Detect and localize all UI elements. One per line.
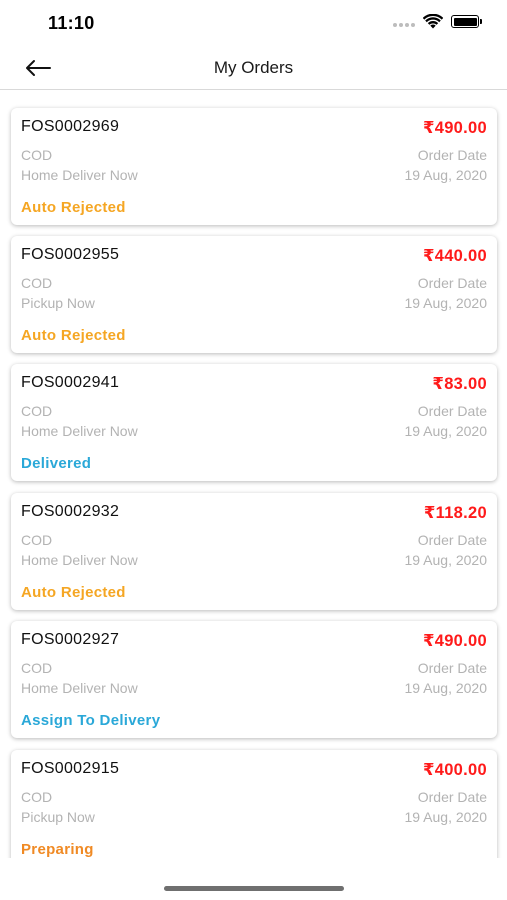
order-card[interactable]: FOS0002941 ₹83.00 COD Order Date Home De…	[11, 364, 497, 481]
order-delivery-type: Pickup Now	[21, 809, 95, 825]
order-amount: ₹440.00	[422, 247, 487, 265]
orders-list[interactable]: FOS0002969 ₹490.00 COD Order Date Home D…	[0, 92, 507, 858]
order-card[interactable]: FOS0002915 ₹400.00 COD Order Date Pickup…	[11, 750, 497, 858]
order-card[interactable]: FOS0002955 ₹440.00 COD Order Date Pickup…	[11, 236, 497, 353]
order-id: FOS0002915	[21, 760, 120, 777]
order-date: 19 Aug, 2020	[404, 295, 487, 311]
status-bar: 11:10	[0, 0, 507, 46]
battery-icon	[451, 15, 482, 28]
order-delivery-type: Pickup Now	[21, 295, 95, 311]
order-id: FOS0002955	[21, 246, 120, 263]
order-date-label: Order Date	[417, 147, 487, 163]
order-status: Auto Rejected	[21, 327, 126, 344]
order-amount: ₹118.20	[423, 504, 487, 522]
order-date: 19 Aug, 2020	[404, 680, 487, 696]
wifi-icon	[423, 14, 443, 29]
order-date: 19 Aug, 2020	[404, 552, 487, 568]
order-status: Delivered	[21, 455, 92, 472]
order-status: Auto Rejected	[21, 199, 126, 216]
nav-bar: My Orders	[0, 46, 507, 90]
order-delivery-type: Home Deliver Now	[21, 423, 138, 439]
page-title: My Orders	[213, 58, 294, 77]
order-card[interactable]: FOS0002969 ₹490.00 COD Order Date Home D…	[11, 108, 497, 225]
order-delivery-type: Home Deliver Now	[21, 167, 138, 183]
order-date: 19 Aug, 2020	[404, 423, 487, 439]
status-icons	[393, 14, 482, 29]
order-amount: ₹83.00	[432, 375, 487, 393]
order-date-label: Order Date	[417, 789, 487, 805]
order-delivery-type: Home Deliver Now	[21, 680, 138, 696]
order-delivery-type: Home Deliver Now	[21, 552, 138, 568]
order-payment-method: COD	[21, 147, 53, 163]
order-amount: ₹490.00	[422, 119, 487, 137]
order-date-label: Order Date	[417, 660, 487, 676]
order-date-label: Order Date	[417, 532, 487, 548]
order-card[interactable]: FOS0002932 ₹118.20 COD Order Date Home D…	[11, 493, 497, 610]
order-id: FOS0002927	[21, 631, 120, 648]
order-date: 19 Aug, 2020	[404, 809, 487, 825]
order-id: FOS0002969	[21, 118, 120, 135]
order-payment-method: COD	[21, 660, 53, 676]
order-payment-method: COD	[21, 275, 53, 291]
order-date-label: Order Date	[417, 275, 487, 291]
order-amount: ₹490.00	[422, 632, 487, 650]
status-time: 11:10	[48, 13, 95, 33]
order-payment-method: COD	[21, 789, 53, 805]
cellular-signal-icon	[393, 22, 415, 27]
home-indicator[interactable]	[164, 886, 344, 891]
order-status: Preparing	[21, 841, 94, 858]
order-amount: ₹400.00	[422, 761, 487, 779]
order-id: FOS0002932	[21, 503, 120, 520]
order-card[interactable]: FOS0002927 ₹490.00 COD Order Date Home D…	[11, 621, 497, 738]
order-payment-method: COD	[21, 532, 53, 548]
order-status: Auto Rejected	[21, 584, 126, 601]
order-payment-method: COD	[21, 403, 53, 419]
order-date: 19 Aug, 2020	[404, 167, 487, 183]
order-status: Assign To Delivery	[21, 712, 161, 729]
order-id: FOS0002941	[21, 374, 120, 391]
order-date-label: Order Date	[417, 403, 487, 419]
